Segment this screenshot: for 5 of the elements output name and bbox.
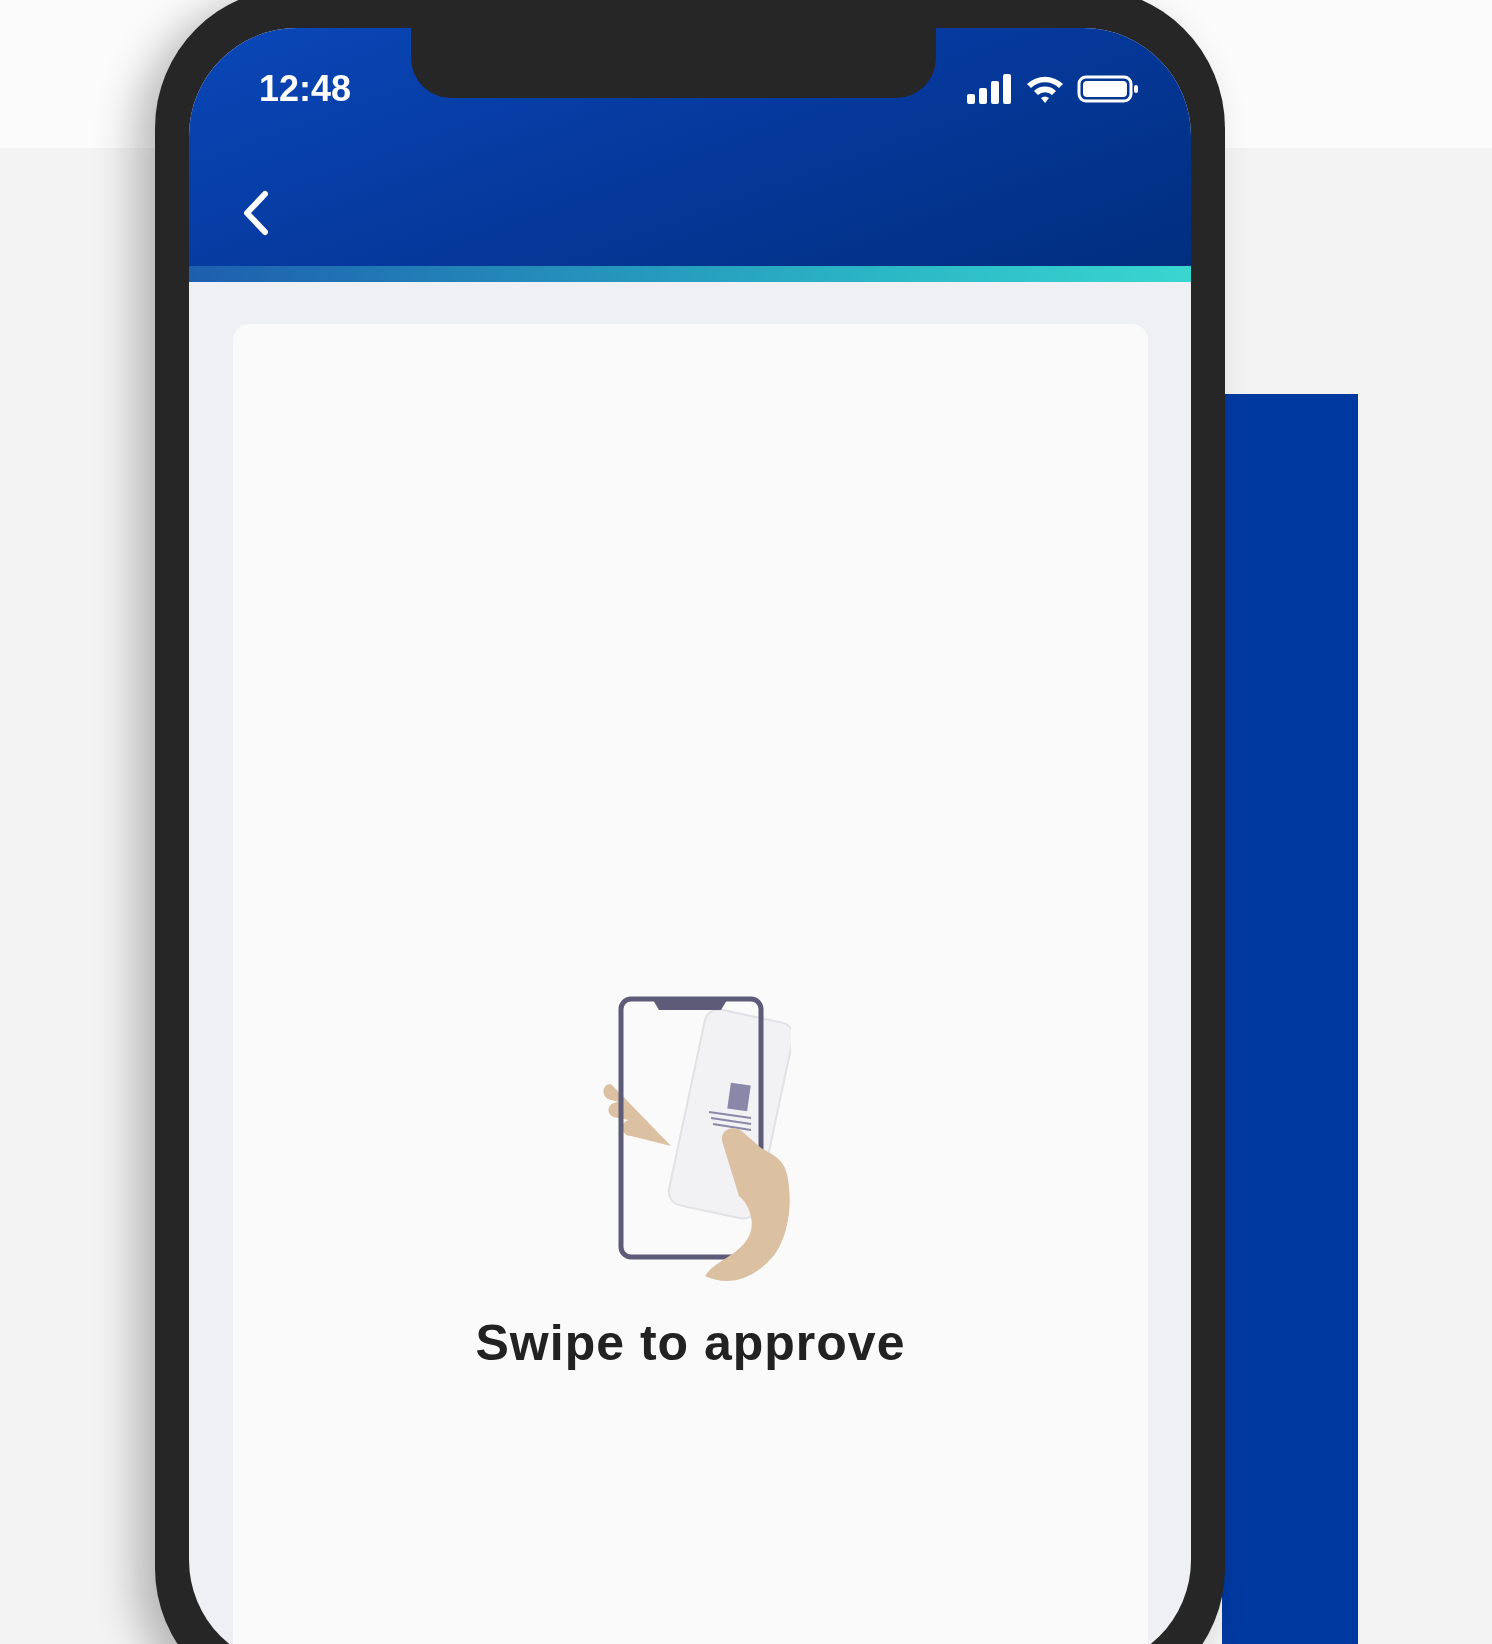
wifi-icon (1025, 74, 1065, 104)
status-time: 12:48 (259, 68, 352, 110)
signal-icon (967, 74, 1013, 104)
swipe-prompt: Swipe to approve (475, 1314, 906, 1372)
battery-icon (1077, 74, 1139, 104)
